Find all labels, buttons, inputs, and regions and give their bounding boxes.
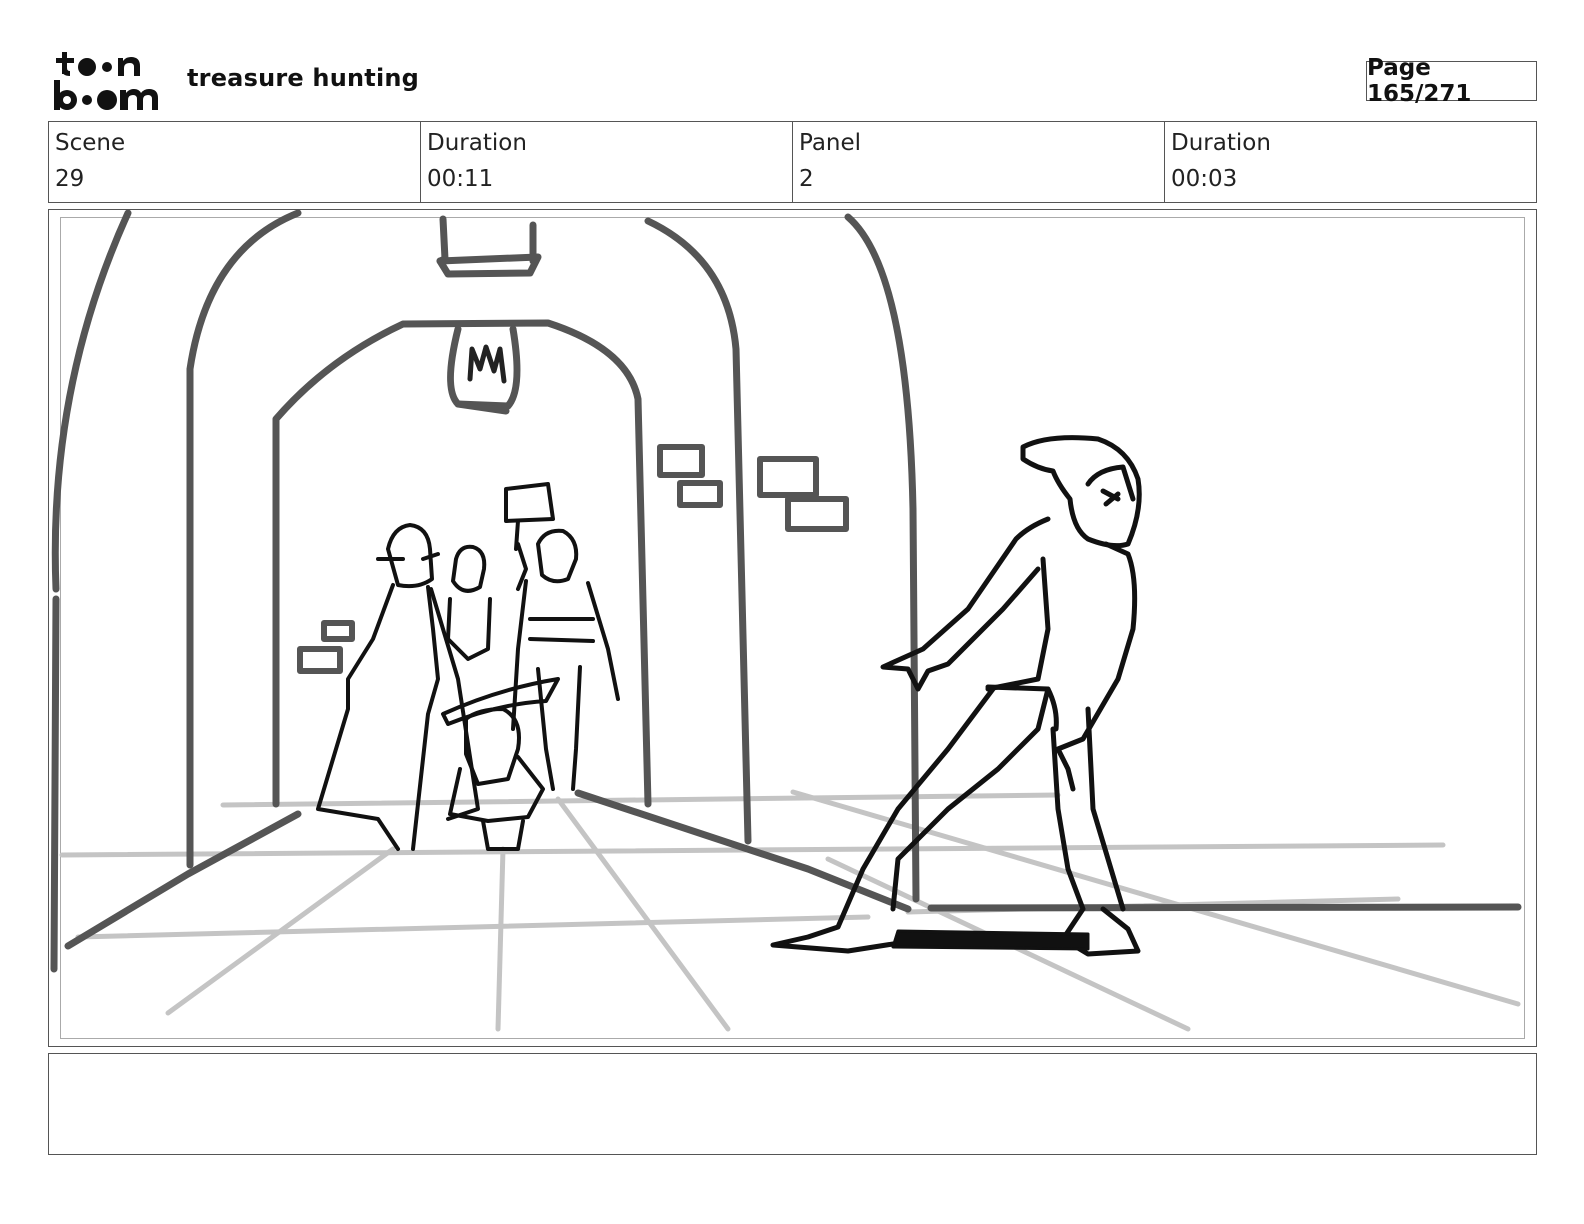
info-label: Duration <box>1171 130 1271 156</box>
info-table: Scene 29 Duration 00:11 Panel 2 Duration… <box>48 121 1537 203</box>
toon-boom-logo <box>54 52 158 110</box>
info-cell-panel: Panel 2 <box>792 122 1164 202</box>
project-title: treasure hunting <box>187 64 420 92</box>
info-label: Panel <box>799 130 862 156</box>
info-value: 00:03 <box>1171 166 1238 192</box>
panel-notes-box <box>48 1053 1537 1155</box>
page-indicator: Page 165/271 <box>1366 55 1537 107</box>
info-cell-scene-duration: Duration 00:11 <box>420 122 792 202</box>
info-value: 00:11 <box>427 166 494 192</box>
info-cell-scene: Scene 29 <box>49 122 420 202</box>
storyboard-sketch <box>50 209 1522 1032</box>
info-label: Scene <box>55 130 126 156</box>
info-cell-panel-duration: Duration 00:03 <box>1164 122 1536 202</box>
info-value: 29 <box>55 166 85 192</box>
info-value: 2 <box>799 166 814 192</box>
info-label: Duration <box>427 130 527 156</box>
